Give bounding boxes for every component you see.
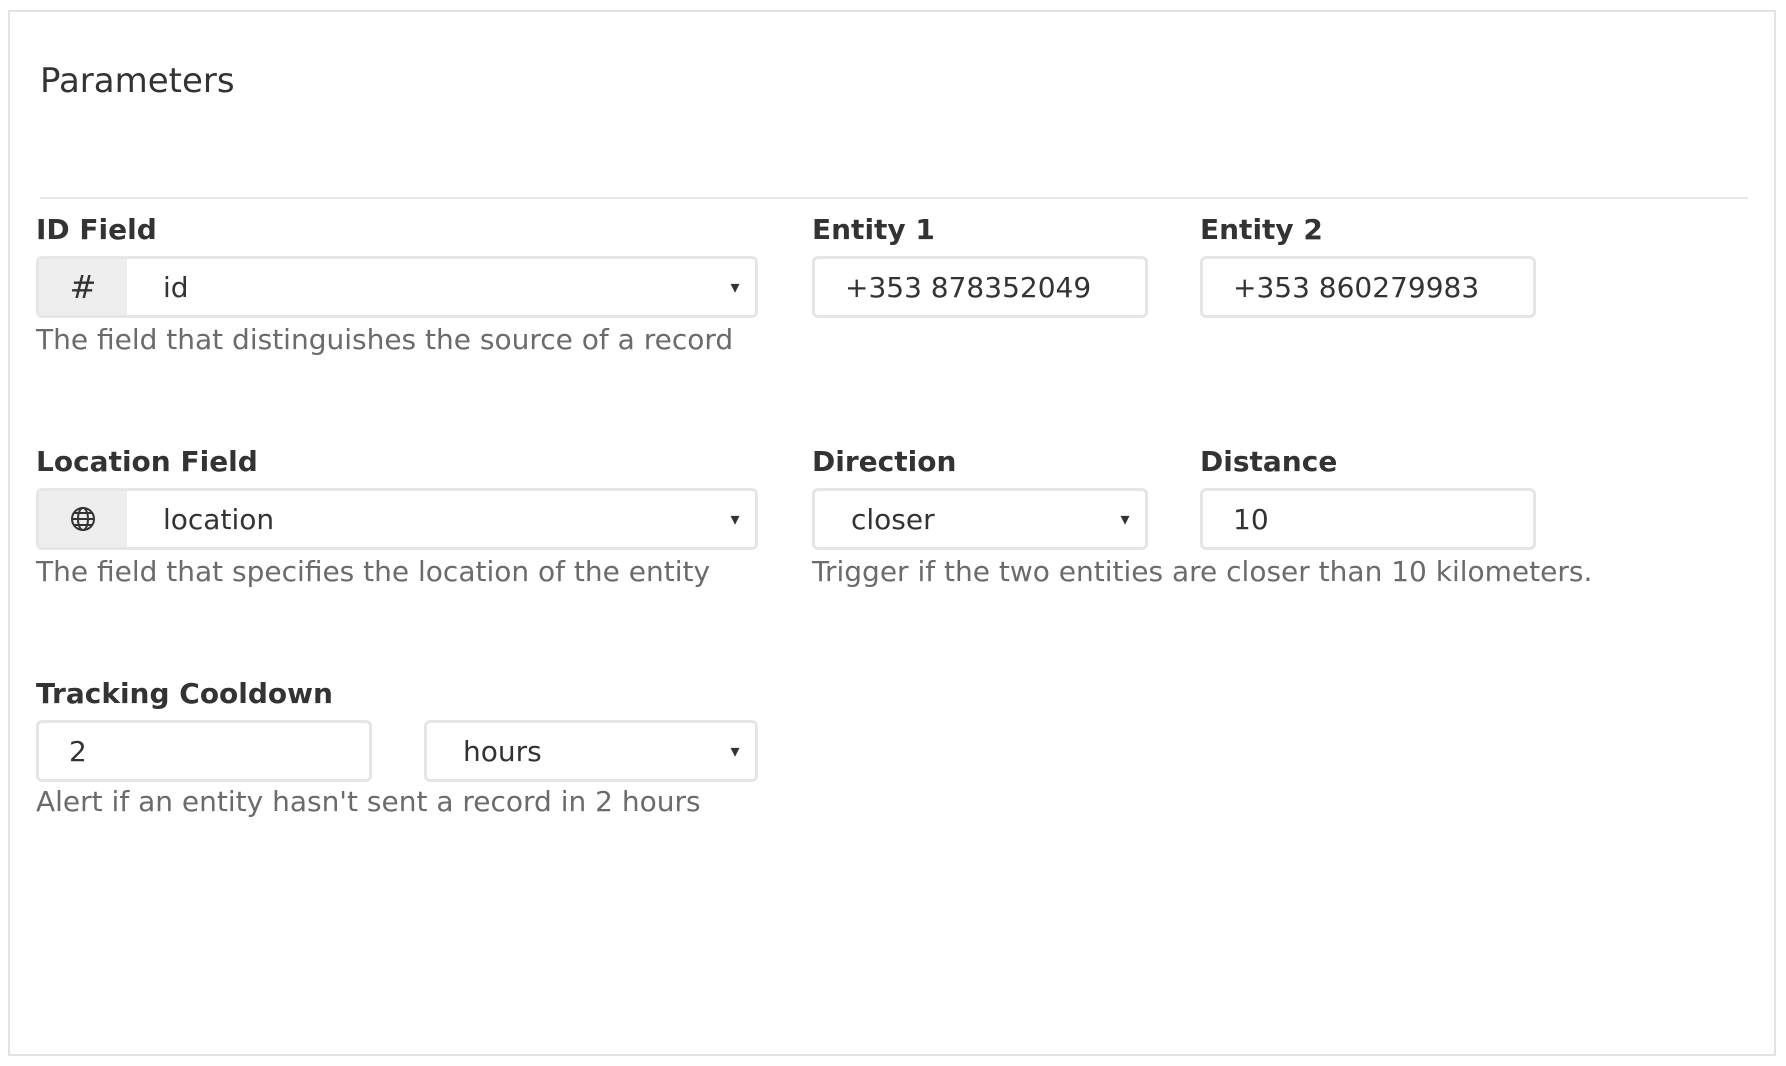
divider — [40, 197, 1748, 199]
tracking-cooldown-unit-select[interactable]: hours ▾ — [424, 720, 758, 782]
tracking-cooldown-input[interactable]: 2 — [36, 720, 372, 782]
parameters-panel: Parameters ID Field # id ▾ The field tha… — [8, 10, 1776, 1056]
tracking-cooldown-help: Alert if an entity hasn't sent a record … — [36, 785, 701, 818]
chevron-down-icon: ▾ — [730, 276, 740, 298]
distance-input[interactable]: 10 — [1200, 488, 1536, 550]
id-field-select[interactable]: # id ▾ — [36, 256, 758, 318]
panel-title: Parameters — [40, 61, 235, 101]
id-field-label: ID Field — [36, 213, 157, 246]
direction-label: Direction — [812, 445, 957, 478]
entity-1-label: Entity 1 — [812, 213, 935, 246]
entity-1-input[interactable]: +353 878352049 — [812, 256, 1148, 318]
location-field-label: Location Field — [36, 445, 258, 478]
location-field-help: The field that specifies the location of… — [36, 555, 711, 588]
tracking-cooldown-unit-value: hours — [463, 734, 542, 768]
globe-icon — [39, 491, 127, 547]
direction-select[interactable]: closer ▾ — [812, 488, 1148, 550]
location-field-value: location — [163, 502, 275, 536]
direction-value: closer — [851, 502, 935, 536]
entity-2-label: Entity 2 — [1200, 213, 1323, 246]
hash-icon: # — [39, 259, 127, 315]
id-field-value: id — [163, 270, 189, 304]
id-field-help: The field that distinguishes the source … — [36, 323, 734, 356]
chevron-down-icon: ▾ — [730, 508, 740, 530]
chevron-down-icon: ▾ — [1120, 508, 1130, 530]
tracking-cooldown-label: Tracking Cooldown — [36, 677, 333, 710]
entity-2-input[interactable]: +353 860279983 — [1200, 256, 1536, 318]
location-field-select[interactable]: location ▾ — [36, 488, 758, 550]
distance-label: Distance — [1200, 445, 1338, 478]
chevron-down-icon: ▾ — [730, 740, 740, 762]
distance-help: Trigger if the two entities are closer t… — [812, 555, 1593, 588]
